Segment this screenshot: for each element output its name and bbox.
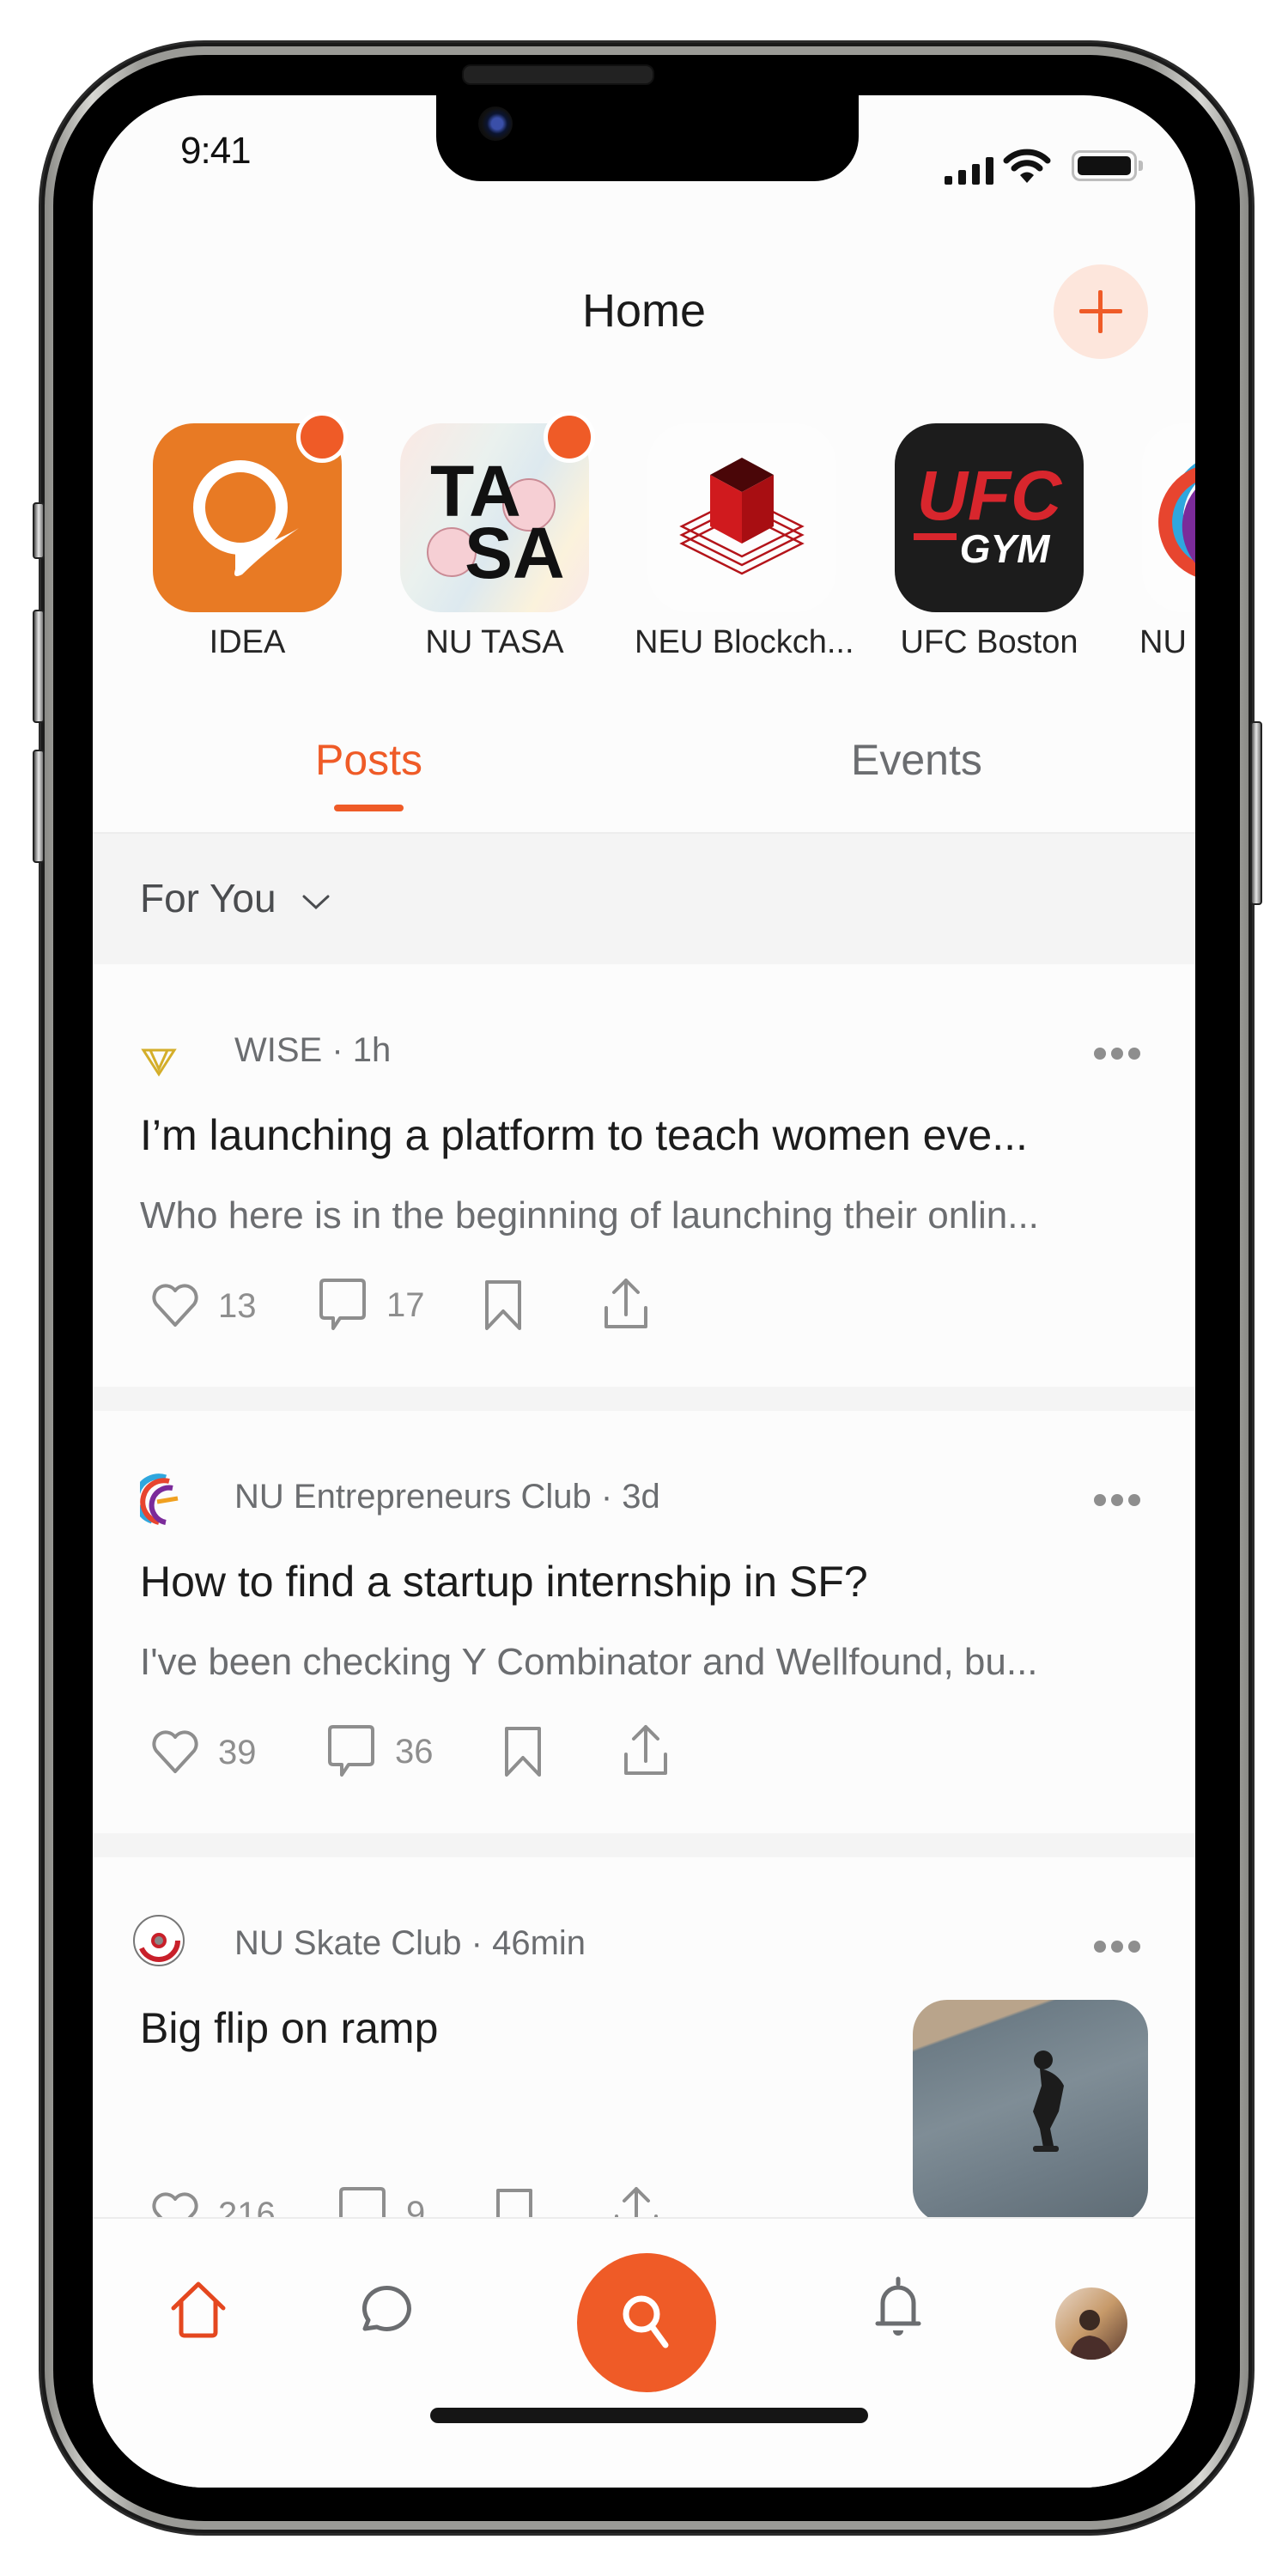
feed-filter-label: For You — [140, 876, 276, 920]
post-thumbnail-image[interactable] — [913, 2000, 1148, 2223]
more-options-icon[interactable] — [1093, 1047, 1141, 1060]
tab-events[interactable]: Events — [851, 735, 982, 785]
story-label: NEU Blockch... — [635, 624, 854, 660]
svg-text:SA: SA — [465, 513, 565, 593]
post-author-meta: NU Entrepreneurs Club · 3d — [234, 1478, 660, 1516]
chevron-down-icon — [302, 895, 330, 910]
story-label: IDEA — [209, 624, 286, 660]
comment-icon — [319, 1279, 366, 1330]
ufc-gym-logo-icon: UFC GYM — [895, 423, 1084, 612]
bottom-tab-bar — [93, 2217, 1195, 2488]
wise-avatar-icon — [141, 1048, 177, 1077]
post-body: I've been checking Y Combinator and Well… — [140, 1641, 1038, 1683]
phone-screen: 9:41 Home IDEA TA SA NU TASA NEU Blockch… — [93, 95, 1195, 2488]
power-button — [1250, 721, 1262, 905]
add-post-button[interactable] — [1054, 264, 1148, 359]
story-label: NU TASA — [425, 624, 564, 660]
story-item-neu-blockchain[interactable]: NEU Blockch... — [635, 423, 854, 661]
tab-active-indicator — [334, 805, 404, 811]
post-author-meta: NU Skate Club · 46min — [234, 1924, 586, 1962]
post-card[interactable]: NU Skate Club · 46min Big flip on ramp 2… — [93, 1857, 1195, 2239]
comment-count: 36 — [395, 1732, 434, 1771]
front-camera — [478, 106, 513, 141]
like-button[interactable]: 13 — [151, 1284, 257, 1328]
skateboarder-photo — [1033, 2050, 1064, 2152]
comment-button[interactable]: 36 — [326, 1725, 434, 1778]
post-divider — [93, 1387, 1195, 1411]
comment-button[interactable]: 17 — [318, 1279, 425, 1332]
story-item-nu-entrepreneurs[interactable]: NU En — [1129, 423, 1195, 661]
story-label: NU En — [1139, 624, 1195, 660]
nu-skate-club-avatar-icon — [133, 1915, 185, 1966]
home-icon[interactable] — [170, 2281, 227, 2339]
status-time: 9:41 — [180, 130, 252, 172]
mute-switch — [33, 502, 45, 559]
story-item-nu-tasa[interactable]: TA SA NU TASA — [387, 411, 602, 661]
nu-entrepreneurs-avatar-icon — [140, 1473, 179, 1525]
post-card[interactable]: WISE · 1h I’m launching a platform to te… — [93, 964, 1195, 1387]
profile-photo — [1069, 2310, 1114, 2360]
home-indicator — [430, 2408, 868, 2423]
bookmark-icon[interactable] — [503, 1725, 543, 1778]
heart-icon — [152, 1284, 198, 1327]
page-title: Home — [581, 285, 707, 337]
battery-icon — [1072, 150, 1137, 181]
comment-icon — [328, 1725, 374, 1777]
like-count: 39 — [218, 1733, 257, 1771]
bookmark-icon[interactable] — [483, 1279, 523, 1332]
story-item-idea[interactable]: IDEA — [140, 411, 355, 661]
post-card[interactable]: NU Entrepreneurs Club · 3d How to find a… — [93, 1411, 1195, 1833]
unread-badge — [296, 411, 348, 463]
messages-icon[interactable] — [356, 2284, 411, 2337]
post-author-meta: WISE · 1h — [234, 1031, 392, 1069]
blockchain-cube-icon — [647, 423, 836, 612]
comment-count: 17 — [386, 1285, 425, 1324]
heart-icon — [152, 1730, 198, 1773]
story-label: UFC Boston — [900, 624, 1078, 660]
search-button[interactable] — [577, 2253, 716, 2392]
like-count: 13 — [218, 1286, 257, 1325]
unread-badge — [544, 411, 595, 463]
tab-posts[interactable]: Posts — [315, 735, 422, 785]
volume-up-button — [33, 610, 45, 723]
svg-text:GYM: GYM — [960, 526, 1051, 571]
more-options-icon[interactable] — [1093, 1493, 1141, 1507]
notifications-bell-icon[interactable] — [872, 2275, 924, 2341]
nu-entrepreneurs-logo-icon — [1142, 423, 1195, 612]
story-item-ufc-boston[interactable]: UFC GYM UFC Boston — [882, 423, 1097, 661]
svg-text:UFC: UFC — [917, 457, 1063, 535]
feed-filter-bar: For You — [93, 832, 1195, 966]
battery-cap — [1139, 161, 1143, 171]
share-icon[interactable] — [623, 1723, 669, 1778]
profile-avatar[interactable] — [1055, 2287, 1127, 2360]
like-button[interactable]: 39 — [151, 1730, 257, 1775]
post-divider — [93, 1833, 1195, 1857]
earpiece-speaker — [462, 64, 654, 85]
volume-down-button — [33, 750, 45, 863]
post-title: How to find a startup internship in SF? — [140, 1558, 868, 1606]
feed-filter-dropdown[interactable]: For You — [93, 834, 385, 966]
share-icon[interactable] — [603, 1277, 649, 1332]
post-body: Who here is in the beginning of launchin… — [140, 1194, 1039, 1236]
post-title: Big flip on ramp — [140, 2004, 439, 2052]
more-options-icon[interactable] — [1093, 1940, 1141, 1953]
post-title: I’m launching a platform to teach women … — [140, 1111, 1028, 1159]
search-icon — [623, 2295, 669, 2348]
wifi-icon — [1003, 149, 1051, 183]
cellular-signal-icon — [945, 157, 993, 185]
